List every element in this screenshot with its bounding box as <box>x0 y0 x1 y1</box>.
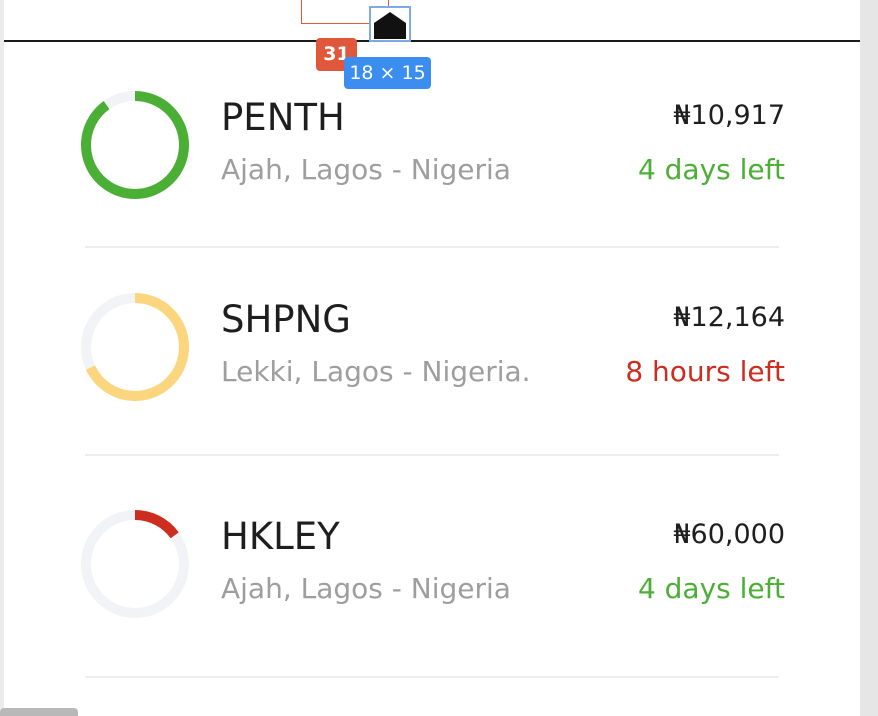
list-divider <box>85 454 779 456</box>
item-time-left: 8 hours left <box>625 355 785 388</box>
item-name: PENTH <box>221 96 345 139</box>
item-name: SHPNG <box>221 298 351 341</box>
item-name: HKLEY <box>221 515 340 558</box>
progress-ring-icon <box>81 293 189 401</box>
list-item[interactable]: SHPNG Lekki, Lagos - Nigeria. ₦12,164 8 … <box>80 292 785 402</box>
item-time-left: 4 days left <box>637 572 785 605</box>
horizontal-scrollbar-thumb[interactable] <box>0 708 78 716</box>
item-location: Ajah, Lagos - Nigeria <box>221 572 511 605</box>
list-item[interactable]: PENTH Ajah, Lagos - Nigeria ₦10,917 4 da… <box>80 90 785 200</box>
vertical-scrollbar-track[interactable] <box>860 0 878 716</box>
element-size-badge: 18 × 15 <box>344 57 431 89</box>
item-price: ₦12,164 <box>673 302 785 333</box>
header-divider <box>4 40 860 42</box>
selected-element-handle[interactable] <box>369 6 411 42</box>
item-location: Ajah, Lagos - Nigeria <box>221 153 511 186</box>
progress-ring-fill <box>81 91 189 199</box>
item-time-left: 4 days left <box>637 153 785 186</box>
item-price: ₦60,000 <box>673 519 785 550</box>
progress-ring-icon <box>81 91 189 199</box>
item-price: ₦10,917 <box>673 100 785 131</box>
progress-ring-icon <box>81 510 189 618</box>
list-item[interactable]: HKLEY Ajah, Lagos - Nigeria ₦60,000 4 da… <box>80 509 785 619</box>
list-divider <box>85 246 779 248</box>
list-divider <box>85 676 779 678</box>
item-location: Lekki, Lagos - Nigeria. <box>221 355 531 388</box>
left-edge <box>0 0 4 716</box>
home-shape-icon <box>374 12 406 39</box>
